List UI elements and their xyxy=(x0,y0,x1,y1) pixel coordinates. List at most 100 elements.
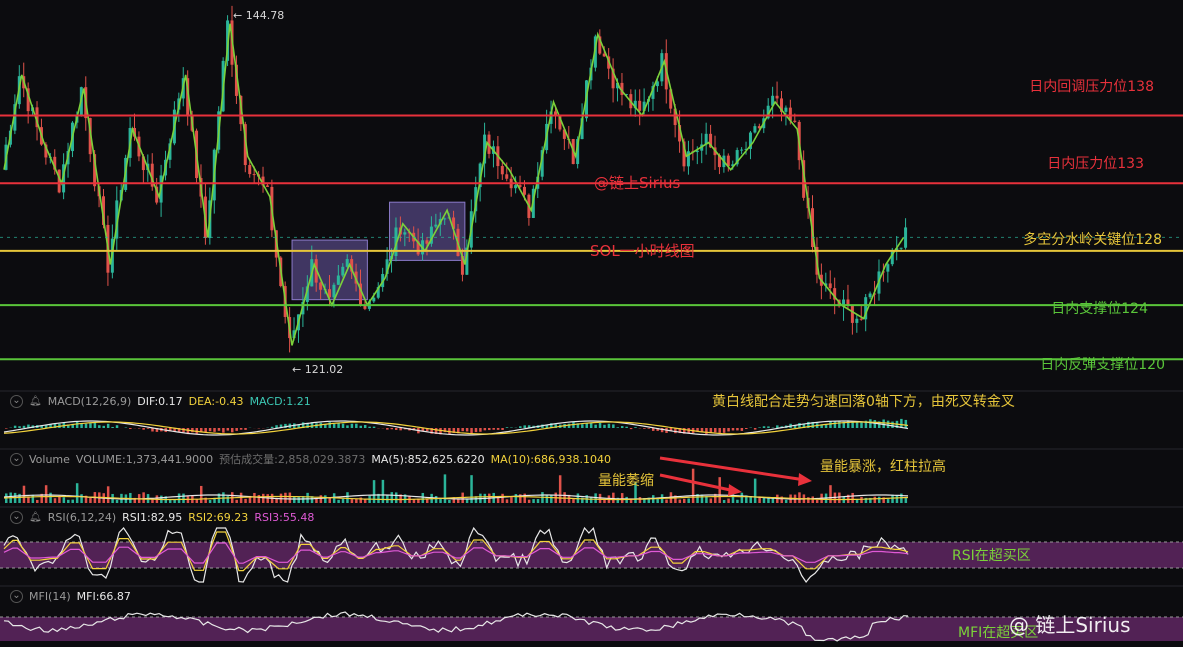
macd-dif: DIF:0.17 xyxy=(137,394,183,408)
macd-bar xyxy=(567,423,571,428)
collapse-chevron-icon[interactable]: ⌄ xyxy=(10,589,23,603)
candle-body xyxy=(505,174,509,179)
candle-body xyxy=(775,95,779,99)
macd-bar xyxy=(213,428,216,432)
volume-bar xyxy=(638,497,642,503)
volume-bar xyxy=(873,496,877,503)
candle-body xyxy=(740,149,744,151)
volume-bar xyxy=(527,499,531,503)
level-label-128: 多空分水岭关键位128 xyxy=(1023,231,1162,248)
volume-bar xyxy=(855,499,859,503)
chart-title-annotation: SOL一小时线图 xyxy=(590,242,695,260)
macd-bar xyxy=(474,428,478,433)
macd-bar xyxy=(244,428,247,430)
volume-shrink-annotation: 量能萎缩 xyxy=(598,473,654,489)
volume-bar xyxy=(851,492,854,503)
volume-bar xyxy=(257,494,261,503)
macd-bar xyxy=(736,428,739,431)
collapse-chevron-icon[interactable]: ⌄ xyxy=(10,394,23,408)
macd-value: MACD:1.21 xyxy=(249,394,311,408)
macd-bar xyxy=(585,423,589,428)
macd-bar xyxy=(900,418,903,428)
volume-bar xyxy=(510,497,513,503)
macd-bar xyxy=(363,424,367,428)
volume-bar xyxy=(31,494,35,503)
macd-bar xyxy=(904,419,908,428)
volume-bar xyxy=(709,498,713,503)
macd-bar xyxy=(833,420,837,428)
macd-bar xyxy=(5,428,8,429)
macd-bar xyxy=(598,422,602,428)
volume-bar xyxy=(22,485,26,503)
macd-bar xyxy=(239,428,243,430)
volume-bar xyxy=(536,499,540,503)
macd-bar xyxy=(869,419,872,428)
volume-bar xyxy=(829,485,832,503)
rsi3-value: RSI3:55.48 xyxy=(254,510,315,524)
candle-body xyxy=(753,126,757,133)
macd-bar xyxy=(496,428,500,430)
macd-bar xyxy=(102,425,105,428)
macd-annotation: 黄白线配合走势匀速回落0轴下方，由死叉转金叉 xyxy=(712,393,1015,410)
level-label-138: 日内回调压力位138 xyxy=(1029,79,1154,95)
macd-bar xyxy=(461,428,464,432)
macd-bar xyxy=(501,428,504,430)
chart-canvas: @链上Sirius SOL一小时线图 ← 144.78 ← 121.02 日内回… xyxy=(0,5,1183,642)
macd-bar xyxy=(829,421,832,428)
macd-bar xyxy=(399,428,402,431)
volume-bar xyxy=(425,499,429,503)
macd-bar xyxy=(328,422,331,428)
macd-bar xyxy=(479,428,482,432)
volume-bar xyxy=(36,499,39,503)
macd-bar xyxy=(629,428,633,430)
volume-bar xyxy=(182,493,185,503)
macd-bar xyxy=(705,428,708,435)
candle-body xyxy=(784,107,788,112)
macd-bar xyxy=(394,428,398,430)
macd-bar xyxy=(745,428,748,430)
macd-bar xyxy=(208,428,212,432)
candle-body xyxy=(855,318,859,323)
volume-bar xyxy=(288,492,292,503)
volume-bar xyxy=(736,499,739,503)
macd-bar xyxy=(80,423,83,428)
volume-bar xyxy=(115,499,119,503)
mfi-header: ⌄ MFI(14) MFI:66.87 xyxy=(10,588,131,604)
volume-bar xyxy=(297,497,300,503)
macd-bar xyxy=(106,423,110,428)
volume-bar xyxy=(550,494,553,503)
candle-body xyxy=(828,283,832,289)
volume-bar xyxy=(895,495,899,503)
macd-bar xyxy=(84,423,88,428)
macd-bar xyxy=(13,425,17,428)
macd-bar xyxy=(359,425,363,428)
volume-bar xyxy=(665,499,668,503)
volume-bar xyxy=(346,492,349,503)
candle-body xyxy=(522,186,526,195)
volume-bar xyxy=(434,496,438,503)
volume-bar xyxy=(275,498,278,503)
volume-bar xyxy=(807,497,810,503)
candle-body xyxy=(638,100,642,111)
collapse-chevron-icon[interactable]: ⌄ xyxy=(10,452,23,466)
macd-bar xyxy=(873,420,877,428)
rsi-name: RSI(6,12,24) xyxy=(47,510,117,524)
bell-icon[interactable]: 🔔︎ xyxy=(29,512,42,523)
volume-bar xyxy=(355,499,358,503)
volume-bar xyxy=(448,499,451,503)
macd-bar xyxy=(355,423,358,428)
collapse-chevron-icon[interactable]: ⌄ xyxy=(10,510,23,524)
volume-header: ⌄ Volume VOLUME:1,373,441.9000 预估成交量:2,8… xyxy=(10,451,611,467)
volume-bar xyxy=(226,496,230,503)
trend-line xyxy=(3,23,905,346)
macd-bar xyxy=(341,423,345,428)
macd-bar xyxy=(886,420,890,428)
macd-bar xyxy=(581,424,584,428)
volume-bar xyxy=(293,496,296,503)
volume-bar xyxy=(501,493,504,503)
high-marker: ← 144.78 xyxy=(233,9,284,22)
bell-icon[interactable]: 🔔︎ xyxy=(29,396,42,407)
rsi-annotation: RSI在超买区 xyxy=(952,548,1031,564)
candle-body xyxy=(850,305,854,323)
macd-bar xyxy=(89,423,92,428)
